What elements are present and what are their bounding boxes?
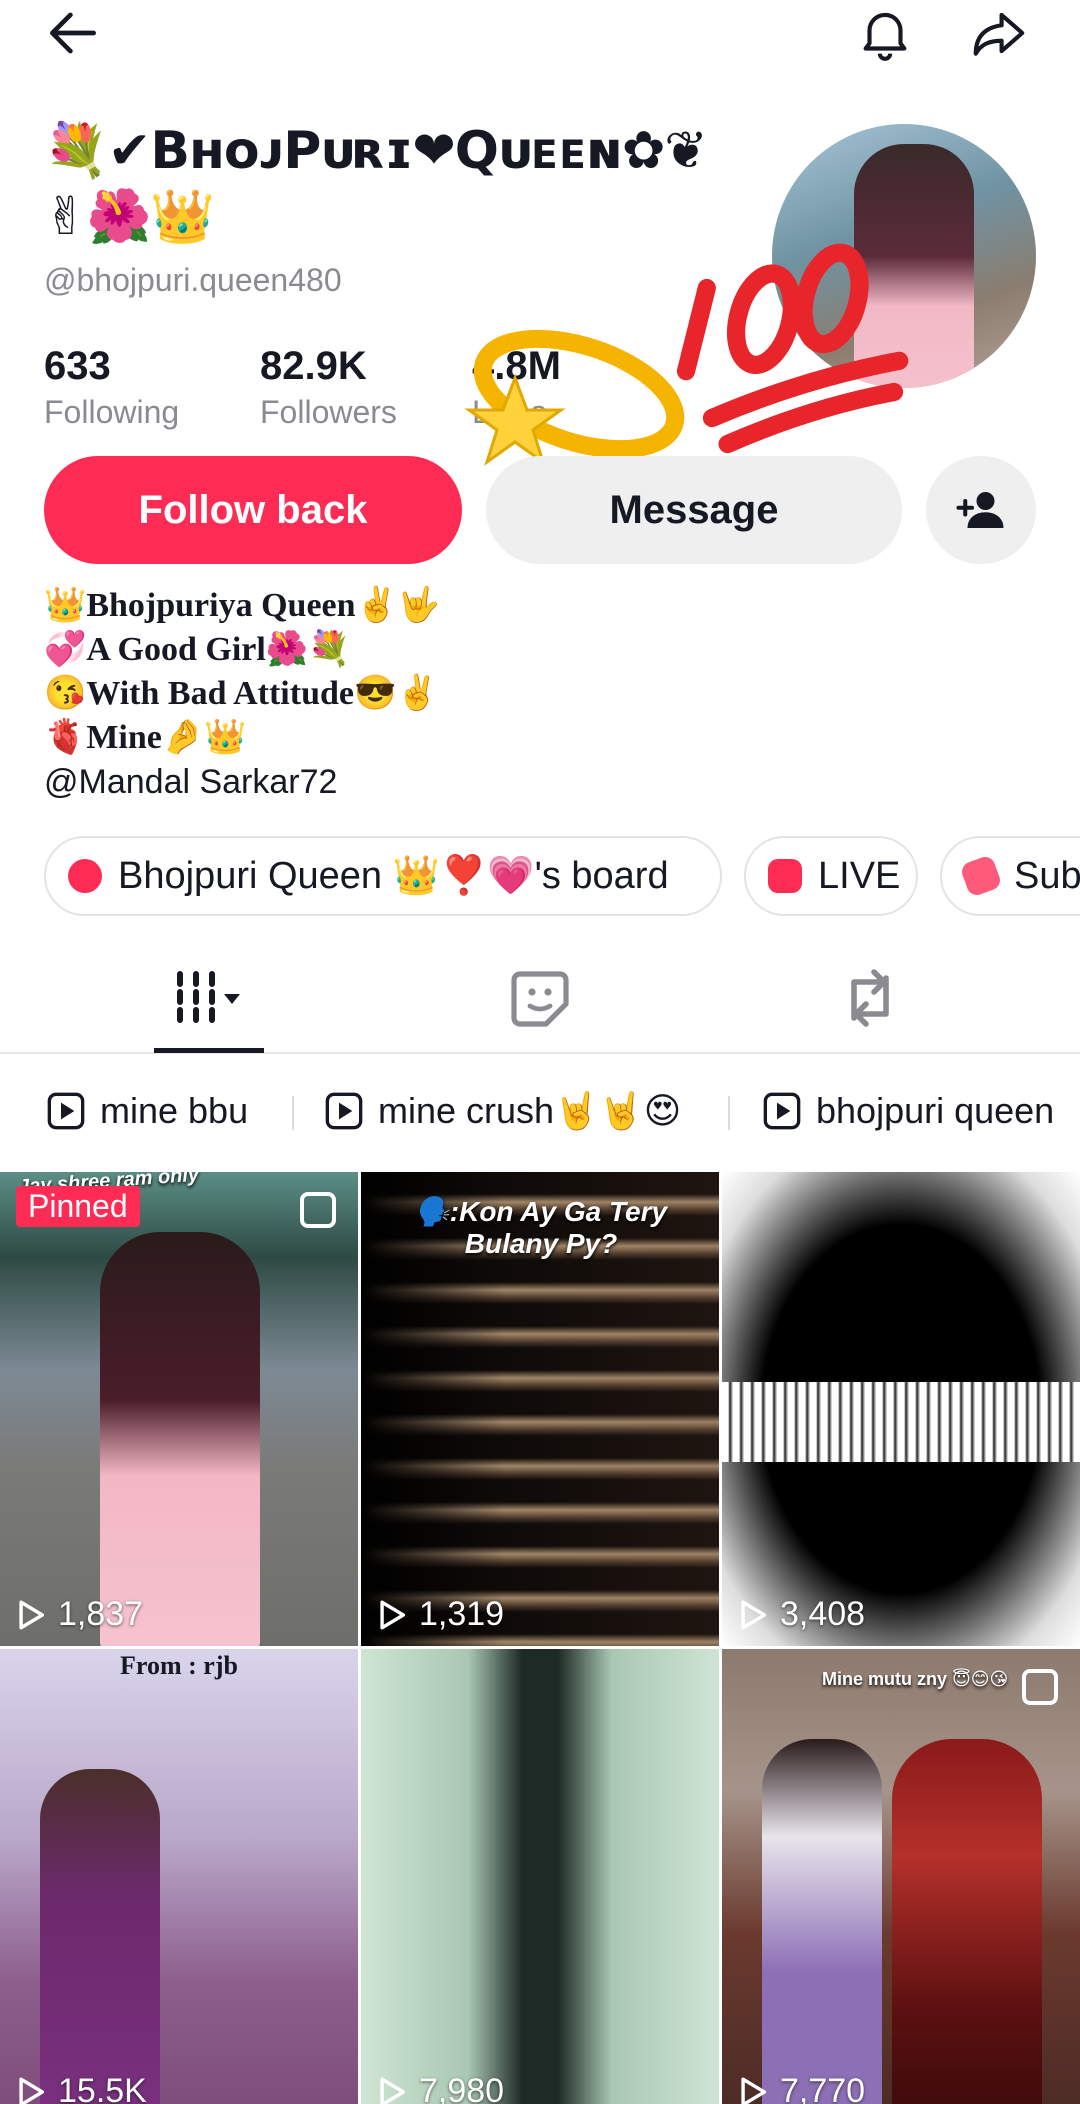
view-count: 1,319 — [375, 1595, 504, 1634]
play-icon — [19, 2077, 45, 2104]
subscription-icon — [959, 854, 1003, 898]
video-thumbnail[interactable]: 3,408 — [722, 1172, 1080, 1646]
board-pill[interactable]: Bhojpuri Queen 👑❣️💗's board — [44, 836, 722, 916]
display-name-line-2: ✌🌺👑 — [44, 187, 215, 247]
video-thumbnail[interactable]: 🗣️:Kon Ay Ga Tery Bulany Py? 1,319 — [361, 1172, 719, 1646]
hundred-points-sticker — [676, 243, 909, 454]
view-count: 7,770 — [736, 2072, 865, 2104]
share-icon[interactable] — [964, 0, 1034, 66]
repost-icon — [851, 969, 889, 1027]
message-button[interactable]: Message — [486, 456, 902, 564]
view-count: 7,980 — [375, 2072, 504, 2104]
video-caption: From : rjb — [120, 1651, 238, 1680]
tab-favorites[interactable] — [480, 958, 600, 1038]
playlist-bar: mine bbu mine crush🤘🤘😍 bhojpuri queen — [0, 1076, 1080, 1146]
bio: 👑Bhojpuriya Queen✌🤟 💞A Good Girl🌺💐 😘With… — [44, 584, 440, 760]
board-icon — [68, 859, 102, 893]
bio-line: 🫀Mine🤌👑 — [44, 719, 247, 756]
view-count-value: 1,319 — [419, 1595, 505, 1633]
bio-line: 💞A Good Girl🌺💐 — [44, 631, 351, 668]
favorites-icon — [511, 971, 569, 1027]
subscription-pill-label: Sub — [1014, 854, 1080, 897]
following-label: Following — [44, 394, 180, 430]
bell-icon[interactable] — [850, 0, 920, 66]
videos-grid-icon — [177, 971, 240, 1023]
video-thumbnail[interactable]: Mine mutu zny 😇😊😘 7,770 — [722, 1649, 1080, 2104]
view-count-value: 7,980 — [419, 2072, 505, 2104]
view-count: 15.5K — [14, 2072, 147, 2104]
pinned-badge: Pinned — [16, 1186, 140, 1227]
play-icon — [380, 2077, 406, 2104]
profile-username: @bhojpuri.queen480 — [44, 262, 342, 298]
display-name-line-1: 💐✔BʜᴏᴊPᴜʀɪ❤Qᴜᴇᴇɴ✿❦ — [44, 121, 708, 181]
board-pill-label: Bhojpuri Queen 👑❣️💗's board — [118, 855, 669, 897]
view-count-value: 3,408 — [780, 1595, 866, 1633]
multi-image-icon — [300, 1192, 336, 1228]
thumbnail-figure — [892, 1739, 1042, 2104]
stat-followers[interactable]: 82.9K Followers — [260, 342, 397, 434]
stat-following[interactable]: 633 Following — [44, 342, 179, 434]
video-caption: Mine mutu zny 😇😊😘 — [822, 1669, 1009, 1689]
bio-line: 👑Bhojpuriya Queen✌🤟 — [44, 587, 441, 624]
view-count-value: 1,837 — [58, 1595, 144, 1633]
video-grid: Jay shree ram only Pinned 1,837 🗣️:Kon A… — [0, 1172, 1080, 2104]
view-count-value: 15.5K — [58, 2072, 147, 2104]
play-icon — [763, 1092, 801, 1130]
content-tabs — [0, 940, 1080, 1054]
play-icon — [47, 1092, 85, 1130]
multi-image-icon — [1022, 1669, 1058, 1705]
playlist-divider — [728, 1096, 730, 1130]
profile-display-name: 💐✔BʜᴏᴊPᴜʀɪ❤Qᴜᴇᴇɴ✿❦ ✌🌺👑 — [44, 118, 764, 250]
bio-line: 😘With Bad Attitude😎✌ — [44, 675, 439, 712]
video-thumbnail[interactable]: From : rjb 15.5K — [0, 1649, 358, 2104]
back-arrow-icon[interactable] — [38, 0, 108, 66]
profile-pills: Bhojpuri Queen 👑❣️💗's board LIVE Sub — [0, 836, 1080, 916]
live-pill-label: LIVE — [818, 854, 901, 897]
follow-back-button[interactable]: Follow back — [44, 456, 462, 564]
playlist-label: mine bbu — [100, 1090, 249, 1131]
playlist-divider — [292, 1096, 294, 1130]
video-caption: 🗣️:Kon Ay Ga Tery Bulany Py? — [414, 1196, 668, 1259]
video-thumbnail[interactable]: 7,980 — [361, 1649, 719, 2104]
playlist-label: mine crush🤘🤘😍 — [378, 1090, 682, 1131]
video-thumbnail[interactable]: Jay shree ram only Pinned 1,837 — [0, 1172, 358, 1646]
thumbnail-static-band — [722, 1382, 1080, 1462]
view-count: 3,408 — [736, 1595, 865, 1634]
live-pill[interactable]: LIVE — [744, 836, 918, 916]
view-count-value: 7,770 — [780, 2072, 866, 2104]
view-count: 1,837 — [14, 1595, 143, 1634]
play-icon — [325, 1092, 363, 1130]
playlist-label: bhojpuri queen — [816, 1090, 1055, 1131]
play-icon — [741, 1600, 767, 1629]
top-bar — [0, 0, 1080, 70]
thumbnail-figure — [100, 1232, 260, 1646]
active-tab-indicator — [154, 1048, 264, 1053]
following-count: 633 — [44, 344, 111, 388]
bio-mention-link[interactable]: @Mandal Sarkar72 — [44, 760, 337, 804]
tab-videos[interactable] — [148, 958, 268, 1038]
play-icon — [19, 1600, 45, 1629]
playlist-item[interactable]: mine crush🤘🤘😍 — [324, 1084, 681, 1138]
add-friend-icon[interactable] — [926, 456, 1036, 564]
thumbnail-figure — [40, 1769, 160, 2104]
tab-reposts[interactable] — [810, 958, 930, 1038]
subscription-pill[interactable]: Sub — [940, 836, 1080, 916]
playlist-item[interactable]: bhojpuri queen — [762, 1084, 1054, 1138]
followers-count: 82.9K — [260, 344, 367, 388]
thumbnail-figure — [762, 1739, 882, 2104]
live-icon — [768, 859, 802, 893]
play-icon — [380, 1600, 406, 1629]
playlist-item[interactable]: mine bbu — [46, 1084, 248, 1138]
play-icon — [741, 2077, 767, 2104]
followers-label: Followers — [260, 394, 397, 430]
